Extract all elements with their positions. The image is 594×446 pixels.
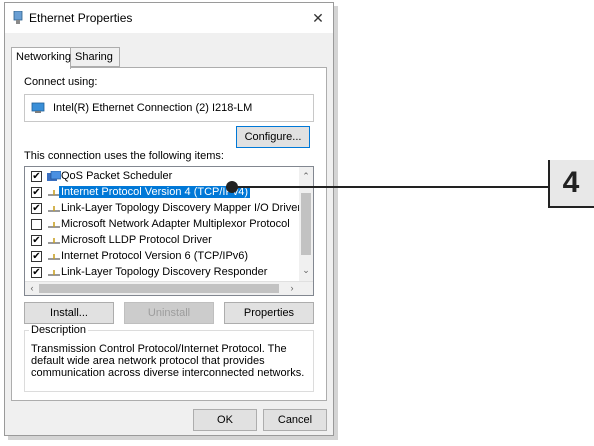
connect-using-label: Connect using: — [24, 76, 98, 88]
network-adapter-icon — [31, 102, 45, 113]
networking-panel: Connect using: Intel(R) Ethernet Connect… — [11, 67, 327, 401]
item-label: Link-Layer Topology Discovery Mapper I/O… — [61, 202, 302, 214]
list-item[interactable]: ✔ Link-Layer Topology Discovery Responde… — [25, 265, 301, 281]
callout-underline — [548, 206, 594, 208]
item-label: Link-Layer Topology Discovery Responder — [61, 266, 268, 278]
close-button[interactable]: ✕ — [303, 3, 333, 33]
item-label: Microsoft Network Adapter Multiplexor Pr… — [61, 218, 290, 230]
callout-dot — [226, 181, 238, 193]
scroll-right-icon[interactable]: › — [285, 283, 299, 293]
qos-icon — [47, 171, 61, 181]
adapter-name: Intel(R) Ethernet Connection (2) I218-LM — [53, 102, 253, 114]
horizontal-scrollbar[interactable]: ‹ › — [25, 281, 313, 295]
item-label-selected: Internet Protocol Version 4 (TCP/IPv4) — [59, 186, 251, 198]
checkbox[interactable]: ✔ — [31, 235, 42, 246]
callout-number: 4 — [562, 166, 580, 199]
list-item[interactable]: ✔ Link-Layer Topology Discovery Mapper I… — [25, 201, 301, 217]
checkbox[interactable] — [31, 219, 42, 230]
scroll-left-icon[interactable]: ‹ — [25, 283, 39, 293]
checkbox[interactable]: ✔ — [31, 251, 42, 262]
item-label: Microsoft LLDP Protocol Driver — [61, 234, 212, 246]
properties-button[interactable]: Properties — [224, 302, 314, 324]
checkbox[interactable]: ✔ — [31, 171, 42, 182]
tab-sharing[interactable]: Sharing — [70, 47, 120, 67]
scroll-down-icon[interactable]: ⌄ — [299, 265, 313, 276]
description-group: Description Transmission Control Protoco… — [24, 324, 314, 392]
description-text: Transmission Control Protocol/Internet P… — [31, 343, 305, 379]
checkbox[interactable]: ✔ — [31, 203, 42, 214]
list-item[interactable]: ✔ QoS Packet Scheduler — [25, 169, 301, 185]
scroll-up-icon[interactable]: ⌃ — [299, 171, 313, 182]
adapter-field: Intel(R) Ethernet Connection (2) I218-LM — [24, 94, 314, 122]
uninstall-button: Uninstall — [124, 302, 214, 324]
ok-button[interactable]: OK — [193, 409, 257, 431]
protocol-icon — [48, 270, 60, 276]
configure-button[interactable]: Configure... — [236, 126, 310, 148]
item-label: Internet Protocol Version 6 (TCP/IPv6) — [61, 250, 249, 262]
cancel-button[interactable]: Cancel — [263, 409, 327, 431]
items-label: This connection uses the following items… — [24, 150, 224, 162]
vertical-scroll-thumb[interactable] — [301, 193, 311, 255]
description-legend: Description — [29, 324, 89, 336]
list-item[interactable]: Microsoft Network Adapter Multiplexor Pr… — [25, 217, 301, 233]
item-label: QoS Packet Scheduler — [61, 170, 173, 182]
tab-networking[interactable]: Networking — [11, 47, 71, 69]
ethernet-properties-dialog: Ethernet Properties ✕ Networking Sharing… — [4, 2, 334, 436]
network-adapter-icon — [13, 11, 23, 24]
window-title: Ethernet Properties — [29, 11, 133, 25]
horizontal-scroll-thumb[interactable] — [39, 284, 279, 293]
callout-badge: 4 — [548, 160, 594, 206]
list-item[interactable]: ✔ Microsoft LLDP Protocol Driver — [25, 233, 301, 249]
protocol-icon — [48, 222, 60, 228]
protocol-icon — [48, 254, 60, 260]
checkbox[interactable]: ✔ — [31, 187, 42, 198]
vertical-scrollbar[interactable]: ⌃ ⌄ — [299, 167, 313, 281]
title-bar[interactable]: Ethernet Properties ✕ — [5, 3, 333, 33]
install-button[interactable]: Install... — [24, 302, 114, 324]
list-item[interactable]: ✔ Internet Protocol Version 6 (TCP/IPv6) — [25, 249, 301, 265]
protocol-icon — [48, 206, 60, 212]
protocol-icon — [48, 238, 60, 244]
callout-line — [232, 186, 548, 188]
checkbox[interactable]: ✔ — [31, 267, 42, 278]
